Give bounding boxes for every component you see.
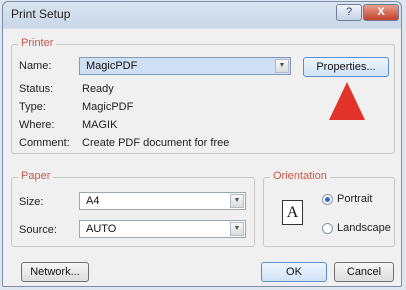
comment-label: Comment: [19, 137, 70, 149]
paper-source-value: AUTO [86, 223, 117, 235]
printer-name-value: MagicPDF [86, 60, 138, 72]
network-button[interactable]: Network... [21, 262, 89, 282]
portrait-label[interactable]: Portrait [337, 193, 372, 205]
type-label: Type: [19, 101, 46, 113]
paper-size-select[interactable]: A4 ▼ [79, 192, 246, 210]
where-label: Where: [19, 119, 55, 131]
size-label: Size: [19, 196, 44, 208]
chevron-down-icon[interactable]: ▼ [275, 59, 289, 73]
dialog-title: Print Setup [11, 7, 71, 21]
chevron-down-icon[interactable]: ▼ [230, 222, 244, 236]
help-icon: ? [345, 6, 353, 18]
type-value: MagicPDF [82, 101, 134, 113]
chevron-down-icon[interactable]: ▼ [230, 194, 244, 208]
comment-value: Create PDF document for free [82, 137, 230, 149]
orientation-group-label: Orientation [270, 170, 330, 182]
printer-group-label: Printer [18, 37, 57, 49]
status-label: Status: [19, 83, 54, 95]
red-pointer-arrow [329, 82, 365, 120]
landscape-radio[interactable] [322, 223, 333, 234]
paper-size-value: A4 [86, 195, 100, 207]
status-value: Ready [82, 83, 114, 95]
print-setup-dialog: Print Setup ? X Printer Name: MagicPDF ▼… [2, 1, 402, 287]
printer-name-select[interactable]: MagicPDF ▼ [79, 57, 291, 75]
properties-button[interactable]: Properties... [303, 57, 389, 77]
portrait-radio[interactable] [322, 194, 333, 205]
help-button[interactable]: ? [336, 4, 362, 21]
close-button[interactable]: X [363, 4, 399, 21]
portrait-page-icon: A [282, 200, 303, 225]
ok-button[interactable]: OK [261, 262, 327, 282]
source-label: Source: [19, 224, 57, 236]
landscape-label[interactable]: Landscape [337, 222, 391, 234]
close-icon: X [377, 6, 385, 18]
name-label: Name: [19, 60, 52, 72]
cancel-button[interactable]: Cancel [334, 262, 394, 282]
paper-group-label: Paper [18, 170, 54, 182]
paper-source-select[interactable]: AUTO ▼ [79, 220, 246, 238]
where-value: MAGIK [82, 119, 118, 131]
